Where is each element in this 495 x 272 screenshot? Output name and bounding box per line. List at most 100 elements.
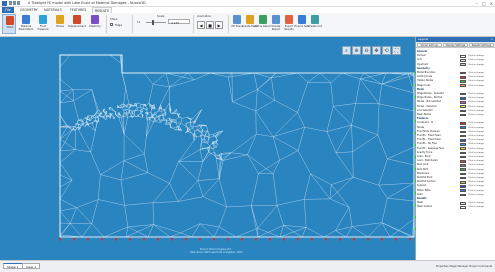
pan-icon[interactable]: ✥ — [372, 46, 381, 55]
mesh-drawing — [59, 54, 416, 241]
fit-extents-icon[interactable]: ⛶ — [392, 46, 401, 55]
mesh-edge — [103, 226, 128, 238]
color-swatch[interactable] — [460, 84, 466, 87]
close-icon[interactable]: × — [490, 1, 493, 6]
mesh-edge — [204, 141, 207, 143]
color-swatch[interactable] — [460, 185, 466, 188]
legend-row-label: Flux BC - Fixed Head — [417, 134, 441, 137]
color-swatch[interactable] — [460, 126, 466, 129]
color-swatch[interactable] — [460, 143, 466, 146]
minimize-icon[interactable]: – — [476, 1, 478, 6]
mesh-edge — [283, 225, 307, 228]
create-mesh-button[interactable]: Create Mesh — [242, 14, 258, 34]
color-swatch[interactable] — [460, 130, 466, 134]
color-swatch[interactable] — [460, 96, 466, 100]
color-swatch[interactable] — [460, 180, 466, 184]
mesh-edge — [335, 207, 350, 231]
mesh-edge — [341, 72, 361, 80]
stop-button[interactable]: ■ — [206, 21, 214, 29]
color-swatch[interactable] — [460, 176, 466, 180]
legend-row-label: Gravity Force — [417, 150, 433, 154]
color-swatch[interactable] — [460, 92, 466, 96]
mesh-edge — [257, 225, 284, 238]
mesh-edge — [118, 114, 121, 118]
play-button[interactable]: ▶ — [215, 21, 223, 29]
scale-input[interactable]: 0.125 — [168, 19, 190, 25]
color-swatch[interactable] — [460, 138, 466, 142]
mesh-edge — [326, 131, 337, 153]
color-swatch[interactable] — [460, 168, 466, 171]
mesh-edge — [198, 127, 201, 131]
color-swatch[interactable] — [460, 189, 466, 192]
maximize-icon[interactable]: □ — [482, 1, 486, 6]
material-parameters-button[interactable]: Material Parameters — [19, 14, 33, 34]
2d-plane-button[interactable]: 2D Plane — [230, 14, 244, 34]
undo-icon[interactable] — [13, 1, 16, 5]
legend-row-label: Nodes - Selected — [417, 104, 437, 108]
save-icon[interactable] — [9, 1, 12, 5]
color-swatch[interactable] — [460, 80, 466, 83]
legend-row-value: Click to change — [468, 206, 485, 209]
scale-slider-thumb[interactable] — [152, 20, 154, 25]
displacement-button[interactable]: Displacement — [68, 14, 86, 34]
model-viewport[interactable]: ⌕ ⊕ ⊖ ✥ ⟲ ⛶ Nuovo Technologies Ltd Date:… — [0, 37, 416, 260]
color-swatch[interactable] — [460, 193, 466, 197]
mesh-edge — [180, 118, 183, 124]
rewind-button[interactable]: ◀ — [197, 21, 205, 29]
color-swatch[interactable] — [460, 54, 466, 58]
tab-results-settings[interactable]: Results Settings — [469, 43, 494, 47]
fluid-pressure-button[interactable]: Fluid Pressure — [36, 14, 50, 34]
color-swatch[interactable] — [460, 155, 466, 159]
tab-view-1[interactable]: View 1 — [22, 263, 40, 269]
mesh-edge — [67, 126, 72, 131]
legend-row-label: Rockfall Point — [417, 176, 433, 179]
legend-row-label: Support — [417, 184, 427, 188]
zoom-in-icon[interactable]: ⊕ — [352, 46, 361, 55]
support-marker — [171, 238, 173, 241]
mesh-edge — [381, 84, 415, 94]
panel-switcher[interactable]: Properties Stage Manager Project Comment… — [436, 265, 492, 268]
mesh-edge — [139, 109, 143, 111]
color-swatch[interactable] — [460, 59, 466, 62]
legend-row[interactable]: Mesh Outline Click to change — [417, 205, 494, 209]
color-swatch[interactable] — [460, 113, 466, 117]
model-boundary — [59, 54, 415, 238]
color-swatch[interactable] — [460, 151, 466, 155]
add-report-button[interactable]: Add & Report — [254, 14, 272, 34]
color-swatch[interactable] — [460, 206, 466, 209]
create-cut-button[interactable]: Create Cut — [308, 14, 322, 34]
mesh-edge — [155, 116, 158, 120]
color-swatch[interactable] — [460, 122, 466, 125]
color-swatch[interactable] — [460, 164, 466, 167]
color-swatch[interactable] — [460, 172, 466, 176]
color-swatch[interactable] — [460, 71, 466, 75]
color-swatch[interactable] — [460, 63, 466, 66]
plasticity-button[interactable]: Plasticity — [88, 14, 102, 34]
ribbon-toolbar: Mesh Material Parameters Fluid Pressure … — [0, 13, 495, 37]
color-swatch[interactable] — [460, 159, 466, 163]
color-swatch[interactable] — [460, 75, 466, 79]
export-sets-button[interactable]: Export Sets — [295, 14, 309, 34]
material-icon — [22, 15, 30, 24]
mesh-button[interactable]: Mesh — [2, 14, 16, 34]
color-swatch[interactable] — [460, 101, 466, 104]
stress-button[interactable]: Stress — [53, 14, 67, 34]
color-swatch[interactable] — [460, 105, 466, 108]
mesh-edge — [348, 207, 353, 227]
create-report-button[interactable]: Create Report — [269, 14, 283, 34]
color-swatch[interactable] — [460, 109, 466, 113]
tab-model-settings[interactable]: Model Settings — [417, 43, 442, 47]
color-swatch[interactable] — [460, 201, 466, 205]
scale-slider-track[interactable] — [146, 22, 166, 23]
color-swatch[interactable] — [460, 134, 466, 138]
color-swatch[interactable] — [460, 147, 466, 150]
tab-stage-1[interactable]: Stage 1 — [3, 263, 23, 269]
export-results-button[interactable]: Export Results — [282, 14, 296, 34]
zoom-out-icon[interactable]: ⊖ — [362, 46, 371, 55]
rotate-icon[interactable]: ⟲ — [382, 46, 391, 55]
zoom-window-icon[interactable]: ⌕ — [342, 46, 351, 55]
edge-checkbox[interactable] — [110, 23, 113, 26]
tab-display-settings[interactable]: Display Settings — [443, 43, 468, 47]
mesh-edge — [219, 178, 227, 208]
redo-icon[interactable] — [17, 1, 20, 5]
